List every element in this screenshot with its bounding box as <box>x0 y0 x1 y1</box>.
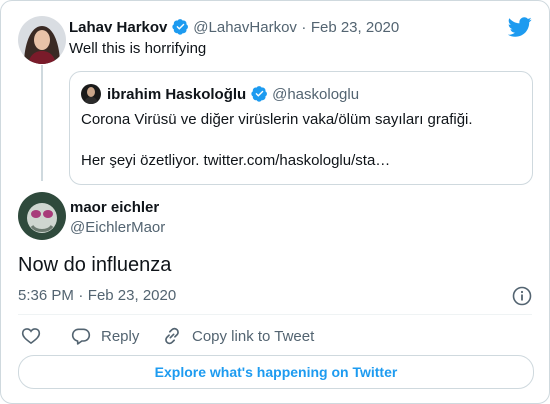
reply-label: Reply <box>101 327 140 345</box>
tweet-timestamp[interactable]: 5:36 PM · Feb 23, 2020 <box>18 287 176 305</box>
tweet-text: Now do influenza <box>18 254 172 276</box>
author-name: ibrahim Haskoloğlu <box>107 86 247 103</box>
tweet-time[interactable]: 5:36 PM <box>18 287 74 304</box>
info-icon[interactable] <box>512 286 532 306</box>
author-handle[interactable]: @EichlerMaor <box>70 219 165 236</box>
explore-label: Explore what's happening on Twitter <box>154 364 398 380</box>
author-handle: @haskologlu <box>272 86 360 103</box>
separator: · <box>78 287 84 304</box>
author-name[interactable]: Lahav Harkov <box>69 19 167 36</box>
avatar-photo-icon <box>18 192 66 240</box>
avatar[interactable] <box>18 16 66 64</box>
heart-icon[interactable] <box>21 326 41 346</box>
avatar-photo-icon <box>81 84 101 104</box>
divider <box>18 314 532 315</box>
quoted-tweet[interactable]: ibrahim Haskoloğlu @haskologlu Corona Vi… <box>69 71 533 185</box>
verified-badge-icon <box>172 19 188 35</box>
author-name[interactable]: maor eichler <box>70 199 159 216</box>
tweet-date[interactable]: Feb 23, 2020 <box>88 287 176 304</box>
embedded-tweet-card: Lahav Harkov @LahavHarkov · Feb 23, 2020… <box>0 0 550 404</box>
avatar <box>81 84 101 104</box>
reply-icon <box>71 328 91 345</box>
link-icon <box>165 327 179 345</box>
explore-button[interactable]: Explore what's happening on Twitter <box>18 355 534 389</box>
copy-link-label: Copy link to Tweet <box>192 327 315 345</box>
copy-link-button[interactable]: Copy link to Tweet <box>162 326 314 346</box>
quoted-tweet-text-line2: Her şeyi özetliyor. twitter.com/haskolog… <box>81 152 391 169</box>
separator: · <box>301 19 307 36</box>
verified-badge-icon <box>251 86 267 102</box>
tweet-date[interactable]: Feb 23, 2020 <box>311 19 399 36</box>
reply-button[interactable]: Reply <box>71 326 139 346</box>
thread-connector <box>41 65 43 181</box>
quoted-tweet-text-line1: Corona Virüsü ve diğer virüslerin vaka/ö… <box>81 111 473 128</box>
quoted-tweet-header: ibrahim Haskoloğlu @haskologlu <box>107 85 359 104</box>
twitter-bird-icon[interactable] <box>508 15 532 39</box>
avatar[interactable] <box>18 192 66 240</box>
parent-tweet-header: Lahav Harkov @LahavHarkov · Feb 23, 2020 <box>69 18 399 37</box>
avatar-photo-icon <box>18 16 66 64</box>
parent-tweet-text: Well this is horrifying <box>69 40 207 57</box>
author-handle[interactable]: @LahavHarkov <box>193 19 297 36</box>
